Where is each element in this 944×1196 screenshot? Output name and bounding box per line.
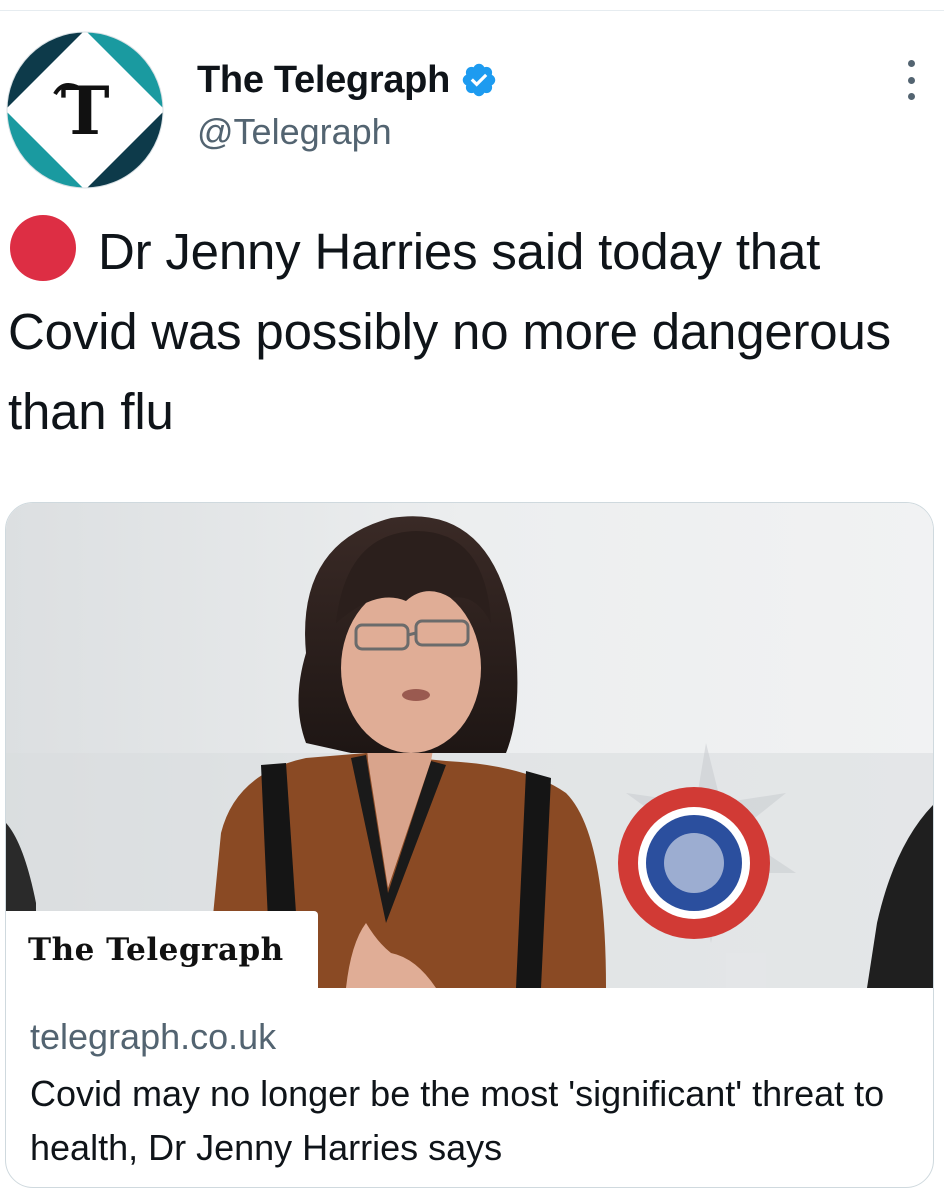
- top-divider: [0, 10, 944, 11]
- tweet-text: Dr Jenny Harries said today that Covid w…: [8, 223, 891, 440]
- tweet-author: The Telegraph @Telegraph: [197, 55, 498, 153]
- telegraph-t-logo-icon: T: [5, 30, 165, 190]
- card-meta: telegraph.co.uk Covid may no longer be t…: [30, 1013, 910, 1175]
- verified-badge-icon: [462, 63, 496, 97]
- display-name-row: The Telegraph: [197, 55, 498, 105]
- more-options-button[interactable]: [888, 54, 934, 106]
- card-title: Covid may no longer be the most 'signifi…: [30, 1073, 885, 1168]
- red-circle-icon: [10, 215, 76, 281]
- tweet-text-container: Dr Jenny Harries said today that Covid w…: [8, 212, 928, 452]
- telegraph-wordmark-plate: The Telegraph: [6, 911, 318, 988]
- telegraph-wordmark: The Telegraph: [28, 931, 284, 968]
- card-image: The Telegraph: [6, 503, 933, 988]
- avatar[interactable]: T: [5, 30, 165, 190]
- handle[interactable]: @Telegraph: [197, 111, 498, 153]
- more-vertical-icon-dot: [907, 76, 915, 84]
- more-vertical-icon-dot: [907, 93, 915, 100]
- display-name[interactable]: The Telegraph: [197, 59, 450, 102]
- more-vertical-icon-dot: [907, 60, 915, 67]
- link-preview-card[interactable]: The Telegraph telegraph.co.uk Covid may …: [5, 502, 934, 1188]
- card-domain: telegraph.co.uk: [30, 1016, 277, 1057]
